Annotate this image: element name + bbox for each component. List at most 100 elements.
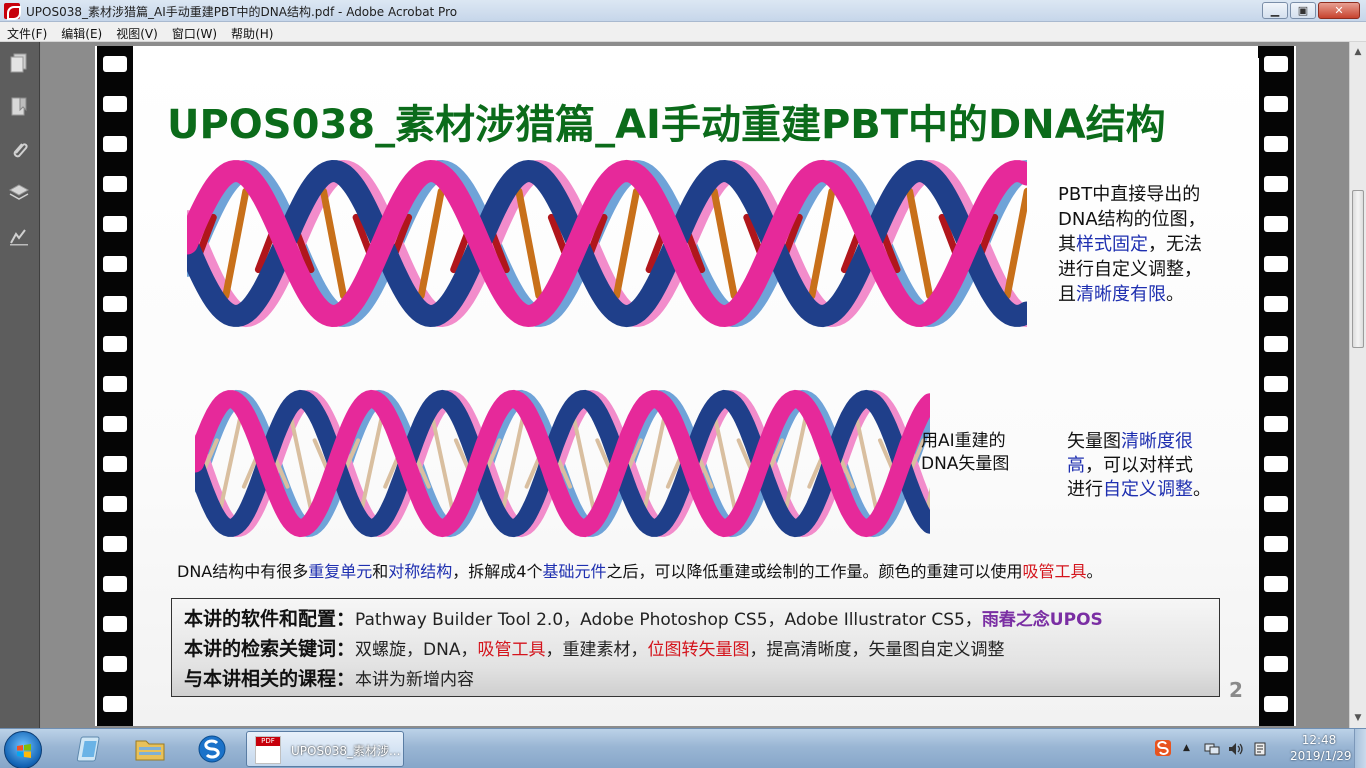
film-sprocket-hole xyxy=(103,256,127,272)
vertical-scrollbar[interactable]: ▲ ▼ xyxy=(1349,42,1366,728)
dna-helix-bitmap xyxy=(187,159,1027,328)
close-button[interactable]: ✕ xyxy=(1318,2,1360,19)
note3-highlight: 清晰度很 xyxy=(1121,431,1193,452)
info-colon: ： xyxy=(336,608,356,630)
menu-help[interactable]: 帮助(H) xyxy=(224,22,280,41)
note1-line2: DNA结构的位图， xyxy=(1058,209,1206,230)
signature-icon[interactable] xyxy=(8,226,30,248)
attachment-icon[interactable] xyxy=(8,139,30,161)
taskbar-acrobat-task[interactable]: UPOS038_素材涉... xyxy=(246,731,404,767)
clock-time: 12:48 xyxy=(1301,733,1337,747)
scrollbar-thumb[interactable] xyxy=(1352,190,1364,348)
note3-highlight: 高 xyxy=(1067,455,1085,476)
note-vector-description: 矢量图清晰度很 高，可以对样式 进行自定义调整。 xyxy=(1067,430,1211,502)
note2-line2: DNA矢量图 xyxy=(921,454,1010,474)
film-sprocket-hole xyxy=(103,336,127,352)
window-title: UPOS038_素材涉猎篇_AI手动重建PBT中的DNA结构.pdf - Ado… xyxy=(26,5,458,19)
helix-base-pair xyxy=(808,187,836,300)
system-clock[interactable]: 12:48 2019/1/29 xyxy=(1290,732,1352,764)
keyword-highlight: 吸管工具 xyxy=(477,640,546,660)
volume-icon[interactable] xyxy=(1228,741,1244,755)
action-center-icon[interactable] xyxy=(1252,741,1268,756)
network-icon[interactable] xyxy=(1204,741,1220,755)
acrobat-app-icon xyxy=(4,3,21,20)
note3-text: 进行 xyxy=(1067,479,1103,500)
note3-highlight: 自定义调整 xyxy=(1103,479,1193,500)
note1-line1: PBT中直接导出的 xyxy=(1058,184,1201,205)
dna-helix-vector xyxy=(195,389,930,538)
note3-text: 。 xyxy=(1193,479,1211,500)
film-sprocket-hole xyxy=(1264,256,1288,272)
summary-text: DNA结构中有很多 xyxy=(177,562,309,581)
menu-window[interactable]: 窗口(W) xyxy=(165,22,224,41)
course-info-box: 本讲的软件和配置：Pathway Builder Tool 2.0，Adobe … xyxy=(171,598,1220,697)
film-sprocket-hole xyxy=(1264,536,1288,552)
minimize-button[interactable]: ▁ xyxy=(1262,2,1288,19)
helix-base-pair xyxy=(613,187,640,300)
show-hidden-icons-icon[interactable]: ▲ xyxy=(1183,743,1190,753)
film-sprocket-hole xyxy=(1264,216,1288,232)
helix-base-pair xyxy=(906,187,934,300)
pages-icon[interactable] xyxy=(8,52,30,74)
menu-edit[interactable]: 编辑(E) xyxy=(54,22,109,41)
note1-line3: 其样式固定，无法 xyxy=(1058,232,1206,257)
scroll-up-icon[interactable]: ▲ xyxy=(1350,44,1366,60)
summary-highlight: 基础元件 xyxy=(542,562,607,581)
note-bitmap-description: PBT中直接导出的 DNA结构的位图， 其样式固定，无法 进行自定义调整， 且清… xyxy=(1058,182,1206,307)
info-label: 本讲的检索关键词 xyxy=(184,638,337,660)
film-sprocket-hole xyxy=(1264,376,1288,392)
film-sprocket-hole xyxy=(1264,96,1288,112)
sogou-browser-icon[interactable] xyxy=(192,733,232,765)
info-text: 本讲为新增内容 xyxy=(355,670,475,690)
helix-base-pair xyxy=(320,187,347,300)
film-sprocket-hole xyxy=(1264,176,1288,192)
note1-line4: 进行自定义调整， xyxy=(1058,259,1202,280)
summary-text: 和 xyxy=(372,562,389,581)
menu-view[interactable]: 视图(V) xyxy=(109,22,165,41)
brand-name: 雨春之念UPOS xyxy=(981,610,1103,630)
info-text: 双螺旋，DNA， xyxy=(355,640,478,660)
show-desktop-button[interactable] xyxy=(1354,729,1366,768)
note3-line3: 进行自定义调整。 xyxy=(1067,478,1211,502)
note1-text: 且 xyxy=(1058,284,1076,305)
taskbar-task-label: UPOS038_素材涉... xyxy=(291,744,401,758)
film-sprocket-hole xyxy=(1264,576,1288,592)
ie-icon[interactable] xyxy=(70,733,110,765)
note1-highlight: 清晰度有限 xyxy=(1076,284,1166,305)
slide-title: UPOS038_素材涉猎篇_AI手动重建PBT中的DNA结构 xyxy=(167,102,1166,148)
film-sprocket-hole xyxy=(1264,696,1288,712)
pdf-file-icon xyxy=(255,736,281,764)
info-label: 本讲的软件和配置 xyxy=(184,608,337,630)
note3-line1: 矢量图清晰度很 xyxy=(1067,430,1211,454)
file-explorer-icon[interactable] xyxy=(130,733,170,765)
menu-file[interactable]: 文件(F) xyxy=(0,22,54,41)
menu-bar: 文件(F) 编辑(E) 视图(V) 窗口(W) 帮助(H) xyxy=(0,22,1366,42)
film-strip-right xyxy=(1258,46,1294,726)
document-area: UPOS038_素材涉猎篇_AI手动重建PBT中的DNA结构 PBT中直接导出的… xyxy=(41,42,1349,728)
film-sprocket-hole xyxy=(103,616,127,632)
summary-highlight: 对称结构 xyxy=(388,562,453,581)
film-sprocket-hole xyxy=(1264,456,1288,472)
helix-base-pair xyxy=(417,187,445,300)
helix-base-pair xyxy=(1003,187,1027,300)
helix-base-pair xyxy=(515,187,543,300)
navigation-pane xyxy=(0,42,40,728)
summary-text: ，拆解成4个 xyxy=(452,562,543,581)
helix-base-pair xyxy=(710,187,738,300)
scroll-down-icon[interactable]: ▼ xyxy=(1350,710,1366,726)
info-colon: ： xyxy=(336,668,356,690)
bookmark-icon[interactable] xyxy=(8,96,30,118)
title-bar: UPOS038_素材涉猎篇_AI手动重建PBT中的DNA结构.pdf - Ado… xyxy=(0,0,1366,22)
maximize-button[interactable]: ▣ xyxy=(1290,2,1316,19)
note-vector-label: 用AI重建的 DNA矢量图 xyxy=(921,430,1009,476)
keyword-highlight: 位图转矢量图 xyxy=(647,640,750,660)
sogou-input-icon[interactable] xyxy=(1154,739,1172,757)
helix-base-pair xyxy=(222,187,250,300)
film-sprocket-hole xyxy=(103,416,127,432)
film-sprocket-hole xyxy=(103,536,127,552)
layers-icon[interactable] xyxy=(8,182,30,204)
info-text: ，提高清晰度，矢量图自定义调整 xyxy=(749,640,1005,660)
windows-taskbar: UPOS038_素材涉... ▲ 12:48 2019/1/29 xyxy=(0,728,1366,768)
film-sprocket-hole xyxy=(1264,56,1288,72)
start-button[interactable] xyxy=(4,731,42,768)
